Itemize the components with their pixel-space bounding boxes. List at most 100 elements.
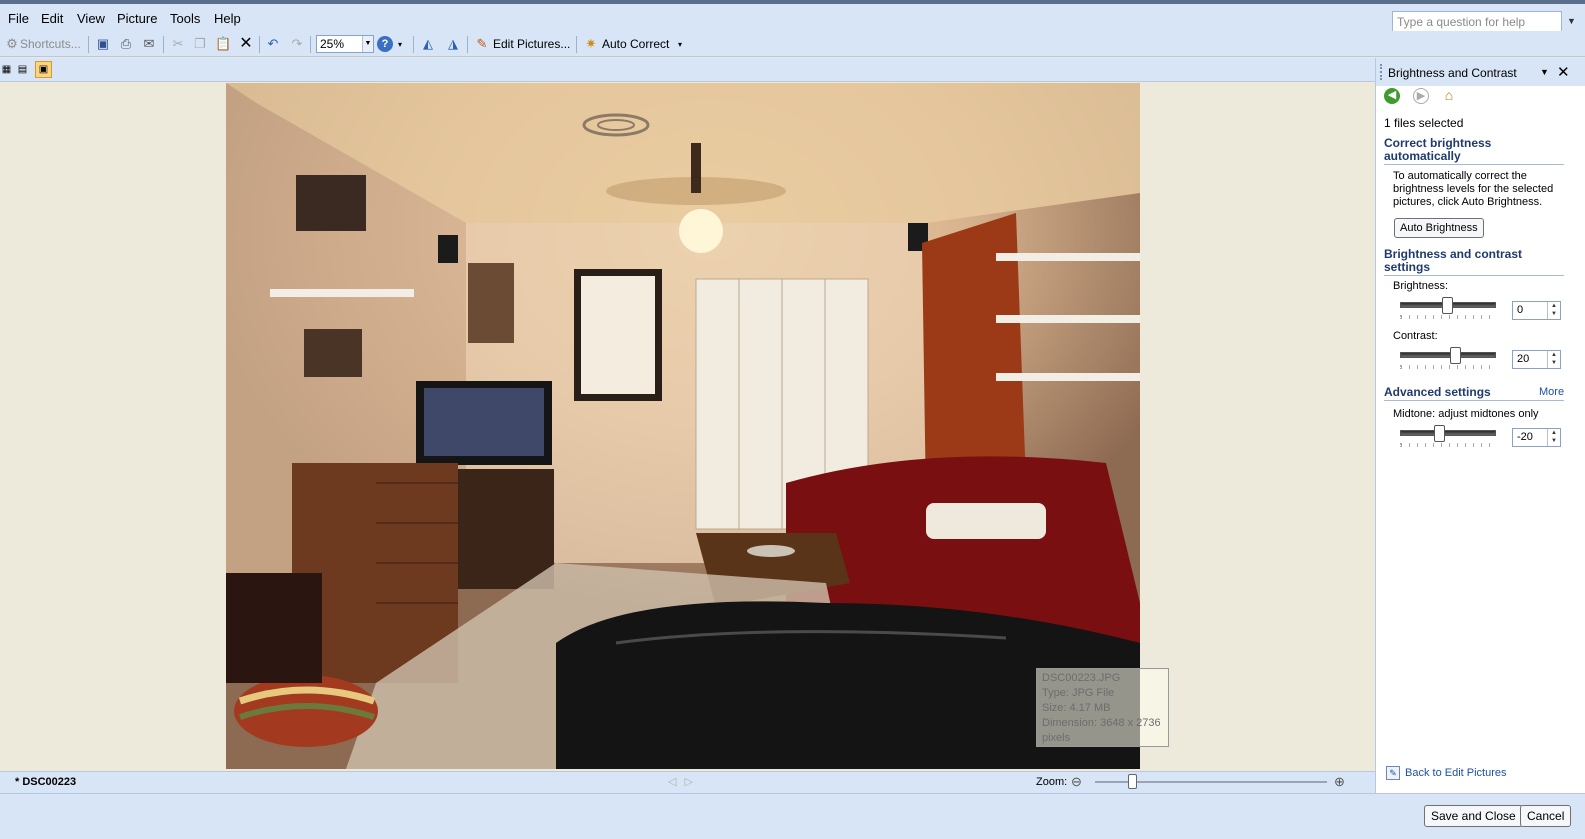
copy-button[interactable]: ❐ (192, 34, 208, 54)
zoom-slider-thumb[interactable] (1127, 774, 1137, 789)
contrast-slider-thumb[interactable] (1450, 347, 1461, 364)
contrast-slider-ticks (1400, 365, 1496, 369)
brightness-value-input[interactable]: 0 ▲ ▼ (1512, 301, 1561, 320)
thumbnail-view-button[interactable]: ▦ (0, 61, 15, 78)
zoom-out-icon[interactable]: ⊖ (1071, 774, 1082, 790)
brightness-value: 0 (1517, 304, 1524, 316)
zoom-combo-box[interactable]: 25% ▼ (316, 35, 374, 53)
toolbar-options-button-2[interactable]: ▾ (678, 34, 682, 54)
midtone-slider-thumb[interactable] (1434, 425, 1445, 442)
save-button[interactable]: ▣ (95, 34, 111, 54)
task-pane-title: Brightness and Contrast (1388, 66, 1517, 80)
delete-button[interactable]: ✕ (238, 34, 254, 54)
menu-picture[interactable]: Picture (117, 11, 157, 26)
single-picture-view-button[interactable]: ▣ (35, 61, 52, 78)
contrast-value: 20 (1517, 353, 1530, 365)
living-room-photo-illustration (226, 83, 1140, 769)
contrast-value-input[interactable]: 20 ▲ ▼ (1512, 350, 1561, 369)
forward-arrow-icon[interactable]: ▶ (1413, 88, 1429, 104)
back-arrow-icon[interactable]: ◀ (1384, 88, 1400, 104)
cut-button[interactable]: ✂ (170, 34, 186, 54)
midtone-spinner-icon[interactable]: ▲ ▼ (1547, 429, 1560, 446)
chevron-down-icon[interactable]: ▼ (362, 36, 373, 52)
chevron-down-icon[interactable]: ▼ (1540, 67, 1549, 77)
advanced-settings-title: Advanced settings (1384, 386, 1564, 401)
close-icon[interactable]: ✕ (1557, 63, 1570, 81)
menu-bar: File Edit View Picture Tools Help Type a… (0, 4, 1585, 32)
brightness-spinner-icon[interactable]: ▲ ▼ (1547, 302, 1560, 319)
menu-file[interactable]: File (8, 11, 29, 26)
toolbar-separator (413, 36, 414, 53)
edit-pictures-button[interactable]: ✎ Edit Pictures... (474, 34, 571, 54)
midtone-label: Midtone: adjust midtones only (1393, 408, 1539, 420)
contrast-slider-track[interactable] (1400, 352, 1496, 358)
toolbar-separator (310, 36, 311, 53)
brightness-slider-thumb[interactable] (1442, 297, 1453, 314)
rotate-right-icon: ◮ (448, 36, 458, 51)
email-button[interactable]: ✉ (141, 34, 157, 54)
status-bar: * DSC00223 ◁▷ Zoom: ⊖ ⊕ (0, 771, 1375, 793)
print-button[interactable]: ⎙ (118, 34, 134, 54)
redo-icon: ↷ (291, 36, 303, 51)
auto-correct-section-title: Correct brightness automatically (1384, 137, 1564, 165)
menu-tools[interactable]: Tools (170, 11, 200, 26)
rotate-right-button[interactable]: ◮ (445, 34, 461, 54)
brightness-contrast-task-pane: Brightness and Contrast ▼ ✕ ◀ ▶ ⌂ 1 file… (1375, 58, 1585, 793)
help-search-input[interactable]: Type a question for help (1392, 11, 1562, 32)
rotate-left-icon: ◭ (423, 36, 433, 51)
edit-pictures-icon: ✎ (1386, 766, 1400, 780)
navigation-arrows: ◁▷ (668, 775, 701, 788)
paste-button[interactable]: 📋 (215, 34, 231, 54)
task-pane-grip-icon[interactable] (1380, 64, 1382, 80)
home-icon[interactable]: ⌂ (1441, 88, 1457, 104)
shortcuts-icon: ⚙ (6, 36, 18, 51)
previous-picture-icon[interactable]: ◁ (668, 776, 684, 788)
brightness-contrast-settings-title: Brightness and contrast settings (1384, 248, 1564, 276)
auto-correct-button[interactable]: ✷ Auto Correct (583, 34, 670, 54)
photo-living-room[interactable] (226, 83, 1140, 769)
edit-pictures-icon: ✎ (476, 36, 488, 51)
auto-correct-label: Auto Correct (602, 37, 670, 51)
auto-brightness-description: To automatically correct the brightness … (1393, 170, 1554, 208)
more-link[interactable]: More (1539, 386, 1564, 398)
chevron-down-icon: ▾ (398, 39, 403, 49)
menu-help[interactable]: Help (214, 11, 241, 26)
back-to-edit-pictures-link[interactable]: ✎ Back to Edit Pictures (1386, 766, 1507, 780)
file-info-tooltip: DSC00223.JPG Type: JPG File Size: 4.17 M… (1036, 668, 1169, 747)
menu-view[interactable]: View (77, 11, 105, 26)
task-pane-header: Brightness and Contrast ▼ ✕ (1376, 58, 1585, 86)
delete-icon: ✕ (239, 35, 253, 52)
midtone-value-input[interactable]: -20 ▲ ▼ (1512, 428, 1561, 447)
filmstrip-view-button[interactable]: ▤ (14, 61, 31, 78)
shortcuts-label: Shortcuts... (20, 37, 81, 51)
tooltip-file-name: DSC00223.JPG (1042, 672, 1121, 684)
help-button[interactable]: ? (377, 34, 393, 54)
shortcuts-button[interactable]: ⚙ Shortcuts... (4, 34, 81, 54)
cancel-button[interactable]: Cancel (1520, 805, 1572, 827)
midtone-value: -20 (1517, 431, 1533, 443)
redo-button[interactable]: ↷ (289, 34, 305, 54)
print-icon: ⎙ (120, 36, 132, 51)
toolbar-options-button[interactable]: ▾ (398, 34, 402, 54)
rotate-left-button[interactable]: ◭ (420, 34, 436, 54)
single-picture-view-icon: ▣ (38, 64, 49, 75)
thumbnail-view-icon: ▦ (1, 64, 12, 75)
contrast-spinner-icon[interactable]: ▲ ▼ (1547, 351, 1560, 368)
auto-brightness-button[interactable]: Auto Brightness (1394, 218, 1484, 238)
current-file-name: * DSC00223 (15, 776, 77, 788)
zoom-in-icon[interactable]: ⊕ (1334, 774, 1345, 790)
task-pane-navigation: ◀ ▶ ⌂ (1384, 88, 1584, 108)
copy-icon: ❐ (194, 36, 206, 51)
midtone-slider-track[interactable] (1400, 430, 1496, 436)
help-dropdown-icon[interactable]: ▼ (1567, 16, 1576, 26)
chevron-down-icon: ▾ (678, 39, 683, 49)
toolbar-separator (163, 36, 164, 53)
midtone-slider-ticks (1400, 443, 1496, 447)
next-picture-icon[interactable]: ▷ (684, 776, 700, 788)
save-and-close-button[interactable]: Save and Close (1424, 805, 1523, 827)
menu-edit[interactable]: Edit (41, 11, 63, 26)
back-to-edit-pictures-label: Back to Edit Pictures (1405, 767, 1507, 779)
bottom-bar: Save and Close Cancel (0, 793, 1585, 839)
undo-button[interactable]: ↶ (265, 34, 281, 54)
zoom-label: Zoom: (1036, 776, 1068, 788)
